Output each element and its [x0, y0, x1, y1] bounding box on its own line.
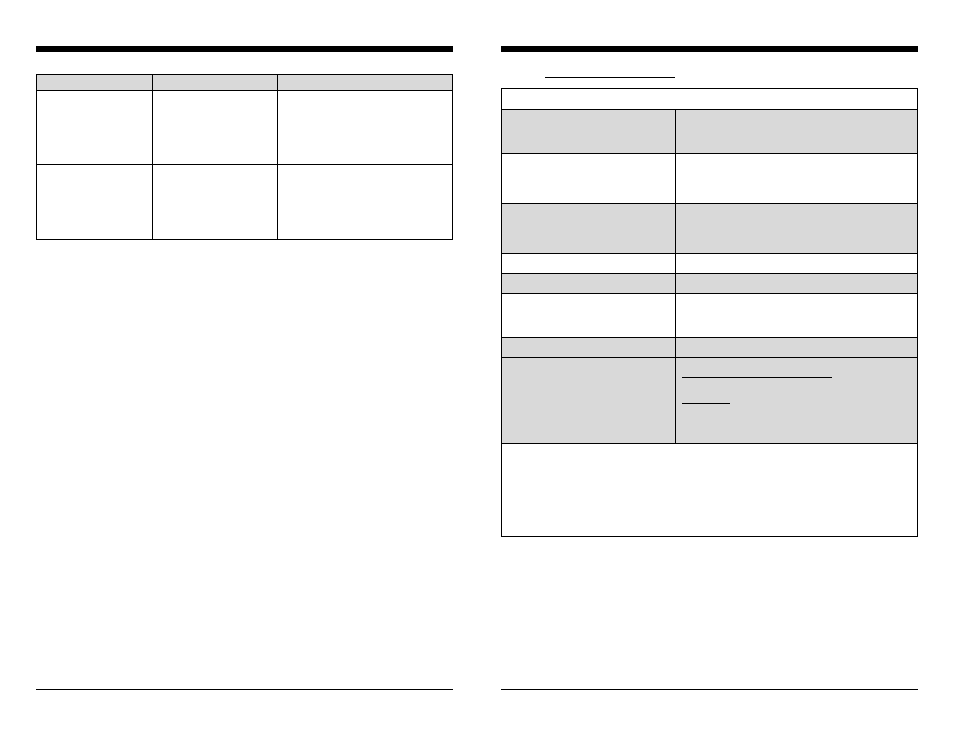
right-top-rule	[501, 46, 918, 52]
table-cell	[502, 254, 676, 273]
table-row	[502, 89, 917, 110]
left-table	[36, 74, 453, 240]
table-cell	[153, 165, 278, 239]
left-top-rule	[36, 46, 453, 52]
table-cell	[278, 91, 452, 165]
table-cell	[278, 165, 452, 239]
table-cell	[37, 91, 153, 165]
underline-text-long	[682, 368, 832, 378]
table-header-cell	[37, 75, 153, 91]
table-cell	[676, 204, 917, 253]
table-cell	[153, 91, 278, 165]
table-row	[502, 204, 917, 254]
table-cell	[502, 338, 676, 357]
right-bottom-rule	[501, 689, 918, 690]
table-header-cell	[278, 75, 452, 91]
table-cell	[502, 110, 676, 153]
table-cell	[502, 154, 676, 203]
table-row	[37, 165, 452, 239]
table-cell	[502, 204, 676, 253]
underline-text-short	[682, 394, 730, 404]
table-row	[502, 274, 917, 294]
table-cell	[502, 274, 676, 293]
table-cell-full	[502, 89, 917, 109]
table-cell	[502, 358, 676, 443]
table-row	[502, 294, 917, 338]
table-header-cell	[153, 75, 278, 91]
left-bottom-rule	[36, 689, 453, 690]
table-cell	[676, 254, 917, 273]
table-cell	[37, 165, 153, 239]
table-footer	[502, 444, 917, 536]
left-column	[36, 28, 453, 718]
table-row	[502, 254, 917, 274]
table-cell	[676, 274, 917, 293]
table-row	[502, 358, 917, 444]
table-row	[37, 91, 452, 165]
table-footer-cell	[502, 444, 917, 536]
table-cell	[676, 110, 917, 153]
table-header-row	[37, 75, 452, 91]
table-cell	[676, 154, 917, 203]
right-column	[501, 28, 918, 718]
right-table	[501, 88, 918, 537]
table-row	[502, 154, 917, 204]
table-cell	[676, 358, 917, 443]
table-cell	[676, 338, 917, 357]
table-cell	[676, 294, 917, 337]
table-row	[502, 110, 917, 154]
section-heading-underline	[545, 66, 675, 78]
table-cell	[502, 294, 676, 337]
table-row	[502, 338, 917, 358]
